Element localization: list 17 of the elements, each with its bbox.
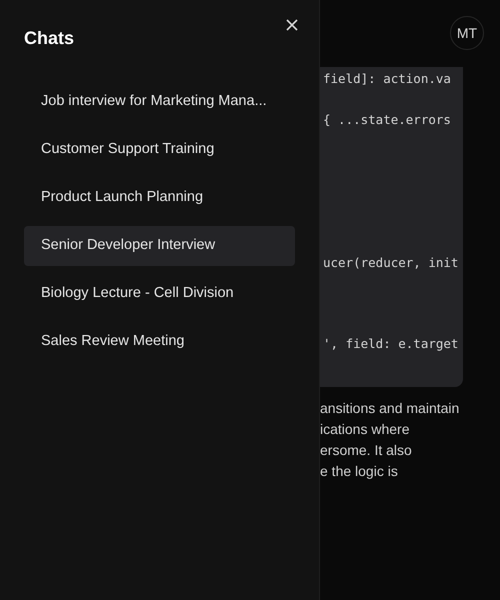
code-line: { ...state.errors bbox=[322, 110, 451, 128]
paragraph-line: ersome. It also bbox=[320, 441, 412, 460]
paragraph-line: ansitions and maintain bbox=[320, 399, 460, 418]
drawer-title: Chats bbox=[24, 27, 74, 50]
chat-item[interactable]: Product Launch Planning bbox=[24, 178, 295, 218]
user-avatar[interactable]: MT bbox=[450, 16, 484, 50]
chat-item[interactable]: Sales Review Meeting bbox=[24, 322, 295, 362]
code-line: ucer(reducer, init bbox=[322, 254, 458, 272]
code-line: ', field: e.target bbox=[322, 335, 458, 353]
code-line: field]: action.va bbox=[322, 70, 451, 88]
chat-item[interactable]: Biology Lecture - Cell Division bbox=[24, 274, 295, 314]
close-icon[interactable] bbox=[285, 18, 299, 32]
chat-item[interactable]: Senior Developer Interview bbox=[24, 226, 295, 266]
paragraph-line: ications where bbox=[320, 420, 410, 439]
chat-item[interactable]: Customer Support Training bbox=[24, 130, 295, 170]
paragraph-line: e the logic is bbox=[320, 462, 398, 481]
chat-item[interactable]: Job interview for Marketing Mana... bbox=[24, 82, 295, 122]
